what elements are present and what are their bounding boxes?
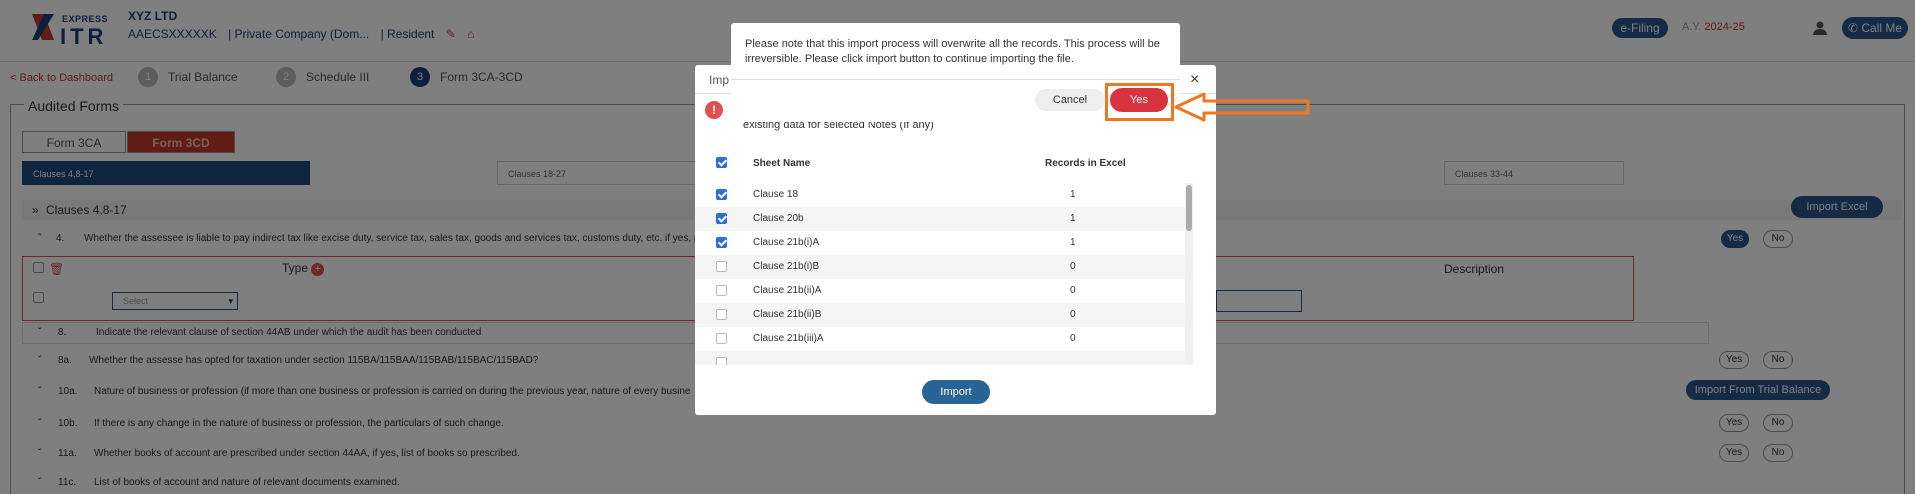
sheet-name: Clause 21b(i)A bbox=[753, 237, 820, 248]
sheet-checkbox[interactable] bbox=[716, 213, 727, 224]
sheet-checkbox[interactable] bbox=[716, 333, 727, 344]
sheet-checkbox[interactable] bbox=[716, 309, 727, 320]
highlight-arrow-icon bbox=[1174, 92, 1310, 122]
close-icon[interactable]: × bbox=[1190, 71, 1199, 89]
sheet-row[interactable]: Clause 21b(ii)A 0 bbox=[695, 279, 1185, 303]
sheet-name-header: Sheet Name bbox=[753, 158, 811, 169]
sheet-row[interactable]: Clause 18 1 bbox=[695, 183, 1185, 207]
modal-divider bbox=[731, 79, 1180, 80]
sheet-name: Clause 18 bbox=[753, 189, 799, 200]
sheet-name: Clause 21b(ii)B bbox=[753, 309, 822, 320]
import-button[interactable]: Import bbox=[922, 380, 990, 404]
record-count: 1 bbox=[1070, 213, 1076, 224]
record-count: 1 bbox=[1070, 237, 1076, 248]
sheet-checkbox[interactable] bbox=[716, 261, 727, 272]
record-count: 0 bbox=[1070, 333, 1076, 344]
confirm-message: Please note that this import process wil… bbox=[745, 38, 1160, 65]
sheet-row[interactable]: Clause 20b 1 bbox=[695, 207, 1185, 231]
record-count: 0 bbox=[1070, 309, 1076, 320]
record-count: 0 bbox=[1070, 285, 1076, 296]
highlight-box bbox=[1105, 83, 1174, 121]
sheet-name: Clause 21b(iii)A bbox=[753, 333, 824, 344]
record-count: 1 bbox=[1070, 189, 1076, 200]
modal-title: Imp bbox=[709, 73, 730, 87]
record-count: 0 bbox=[1070, 261, 1076, 272]
sheet-name: Clause 20b bbox=[753, 213, 804, 224]
sheet-row[interactable]: Clause 21b(ii)B 0 bbox=[695, 303, 1185, 327]
cancel-button[interactable]: Cancel bbox=[1035, 89, 1105, 111]
sheet-row[interactable]: Clause 21b(iii)A 0 bbox=[695, 327, 1185, 351]
sheet-name: Clause 21b(ii)A bbox=[753, 285, 822, 296]
sheet-name: Clause 21b(i)B bbox=[753, 261, 820, 272]
sheets-list[interactable]: Clause 18 1 Clause 20b 1 Clause 21b(i)A … bbox=[695, 183, 1185, 365]
warning-icon: ! bbox=[705, 101, 723, 119]
table-header: Sheet Name Records in Excel bbox=[695, 153, 1216, 173]
sheet-row[interactable]: Clause 21b(i)B 0 bbox=[695, 255, 1185, 279]
scrollbar-thumb[interactable] bbox=[1186, 185, 1192, 231]
records-header: Records in Excel bbox=[1045, 158, 1126, 169]
sheet-checkbox[interactable] bbox=[716, 357, 727, 365]
sheet-checkbox[interactable] bbox=[716, 189, 727, 200]
select-all-checkbox[interactable] bbox=[716, 157, 727, 168]
sheet-row[interactable]: Clause 21b(i)A 1 bbox=[695, 231, 1185, 255]
sheet-row-partial[interactable] bbox=[695, 351, 1185, 365]
sheet-checkbox[interactable] bbox=[716, 285, 727, 296]
sheet-checkbox[interactable] bbox=[716, 237, 727, 248]
